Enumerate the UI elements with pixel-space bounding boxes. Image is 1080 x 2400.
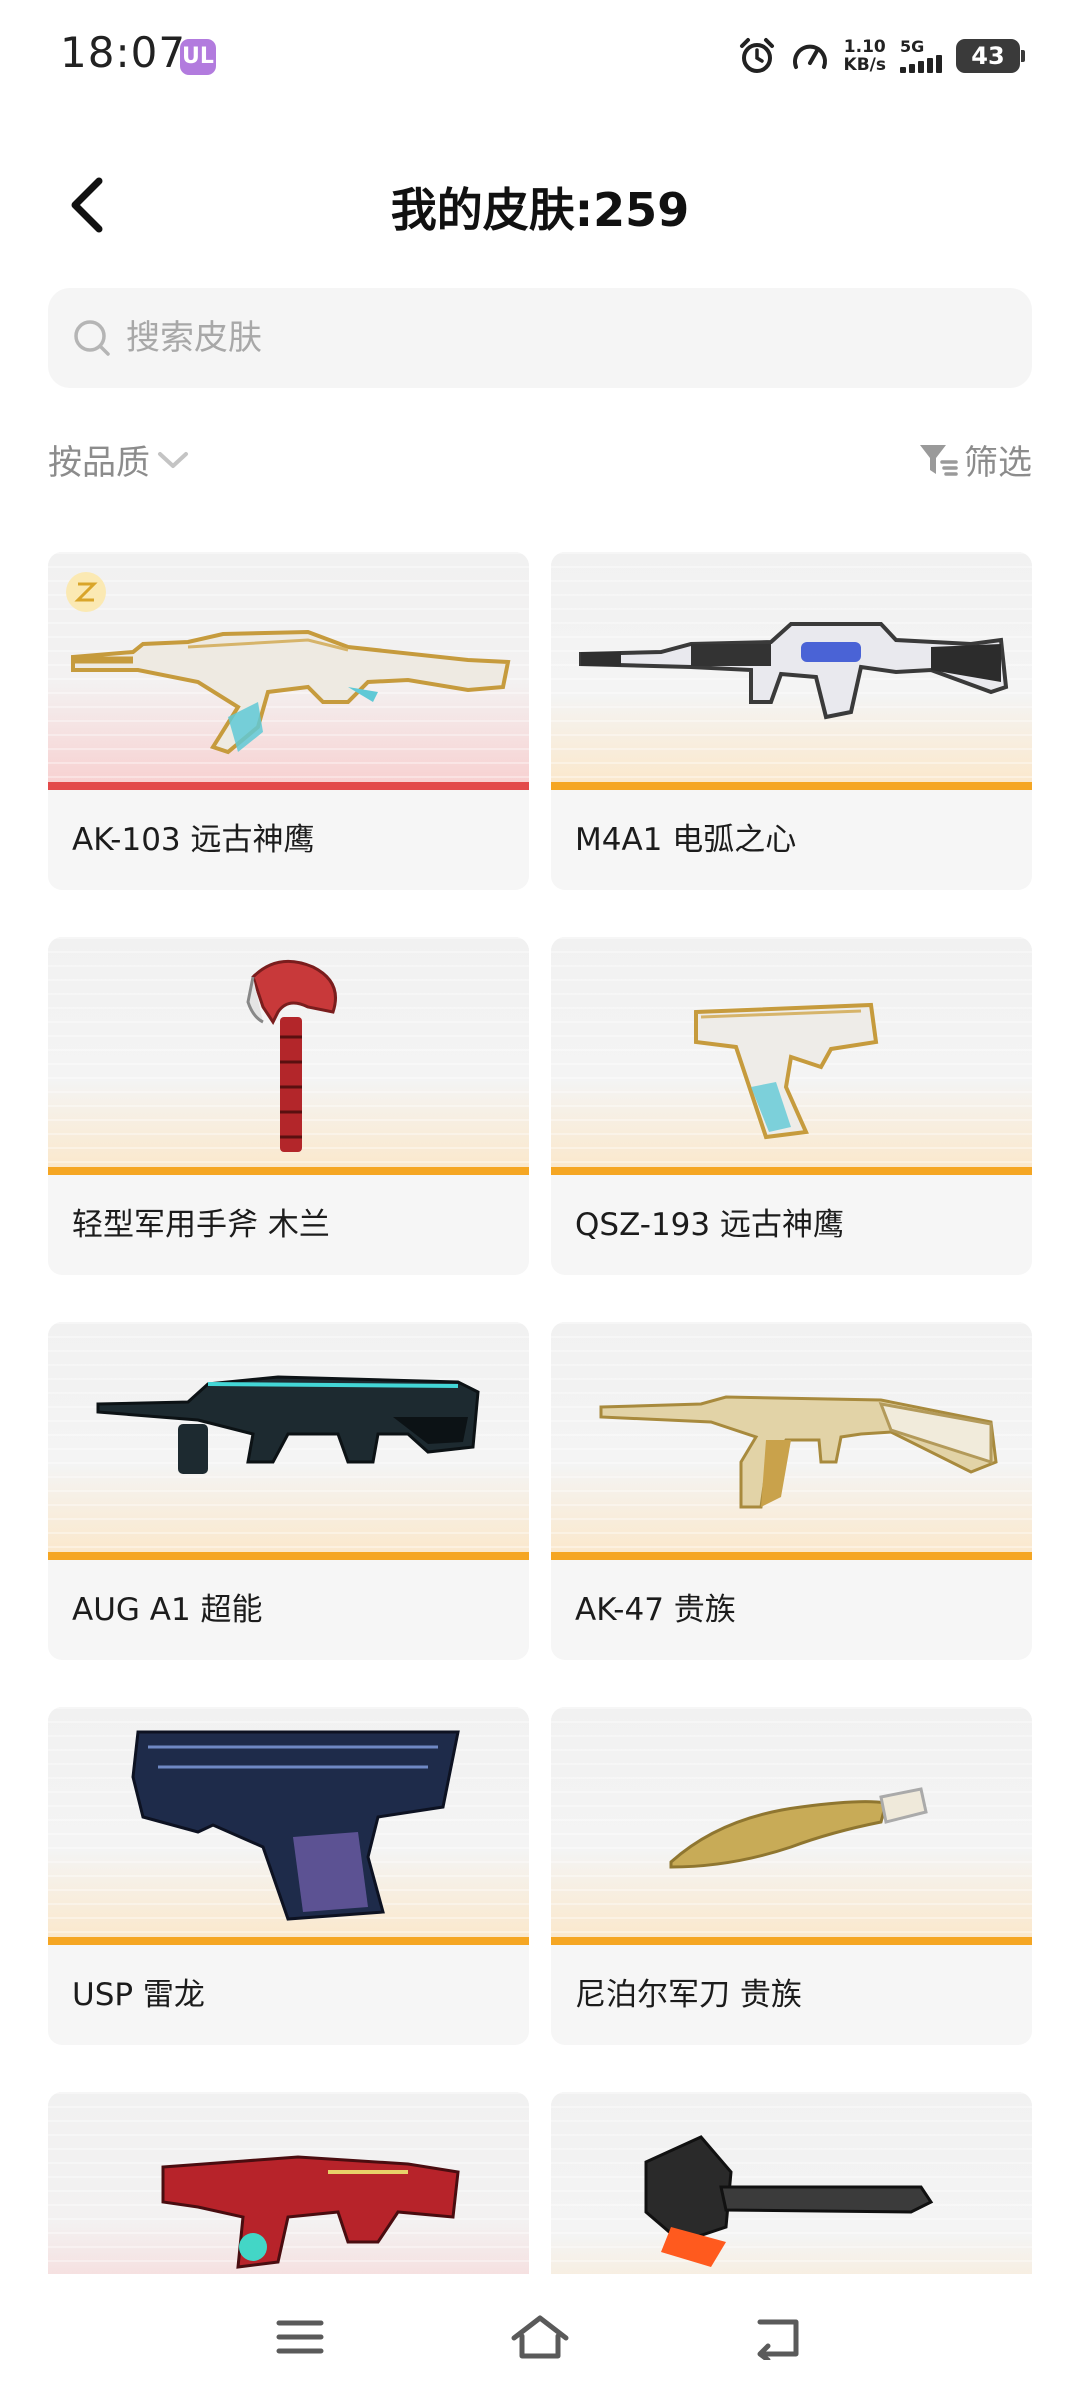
skin-image xyxy=(551,937,1032,1175)
signal-icon xyxy=(900,55,942,73)
rarity-stripe xyxy=(551,1552,1032,1560)
status-bar: 18:07 UL 1.10 KB/s 5G 43 xyxy=(0,0,1080,110)
skin-card[interactable]: 轻型军用手斧 木兰 xyxy=(48,937,529,1275)
skin-image xyxy=(48,1707,529,1945)
menu-button[interactable] xyxy=(260,2302,340,2372)
skin-name: AK-47 贵族 xyxy=(575,1592,736,1628)
assault-rifle-icon xyxy=(599,1395,998,1509)
network-type: 5G xyxy=(900,37,925,56)
skin-card[interactable]: AK-103 远古神鹰 xyxy=(48,552,529,890)
skin-name: AUG A1 超能 xyxy=(72,1592,263,1628)
rarity-stripe xyxy=(551,1937,1032,1945)
pistol-icon xyxy=(131,1730,460,1921)
melee-weapon-icon xyxy=(644,2135,934,2267)
quality-badge-icon xyxy=(66,572,106,612)
back-icon xyxy=(757,2319,799,2360)
pistol-icon xyxy=(694,1002,879,1140)
skin-card[interactable]: AUG A1 超能 xyxy=(48,1322,529,1660)
status-time: 18:07 xyxy=(60,28,187,77)
skin-image xyxy=(551,2092,1032,2274)
network-speed-unit: KB/s xyxy=(843,55,886,75)
skin-grid: AK-103 远古神鹰 M4A1 电弧之心 轻型军用手斧 木兰 QSZ-193 … xyxy=(48,552,1032,2274)
back-nav-button[interactable] xyxy=(740,2302,820,2372)
skin-name: USP 雷龙 xyxy=(72,1977,205,2013)
skin-card[interactable]: AK-47 贵族 xyxy=(551,1322,1032,1660)
skin-name: 尼泊尔军刀 贵族 xyxy=(575,1977,802,2013)
skin-card[interactable] xyxy=(551,2092,1032,2274)
rarity-stripe xyxy=(48,1937,529,1945)
alarm-icon xyxy=(739,38,774,73)
rarity-stripe xyxy=(48,1167,529,1175)
filter-label: 筛选 xyxy=(964,443,1032,483)
battery-icon: 43 xyxy=(956,39,1025,73)
speedometer-icon xyxy=(792,44,827,69)
smg-icon xyxy=(161,2155,460,2269)
kukri-knife-icon xyxy=(669,1787,928,1869)
network-speed: 1.10 KB/s xyxy=(844,38,886,74)
search-input[interactable] xyxy=(126,318,1006,358)
skin-name: AK-103 远古神鹰 xyxy=(72,822,315,858)
app-notification-icon: UL xyxy=(180,39,216,75)
skin-image xyxy=(48,552,529,790)
status-icons: 1.10 KB/s 5G 43 xyxy=(738,32,1025,80)
menu-icon xyxy=(276,2320,324,2354)
chevron-down-icon xyxy=(158,451,188,468)
rarity-stripe xyxy=(48,782,529,790)
skin-image xyxy=(551,552,1032,790)
assault-rifle-icon xyxy=(71,629,511,755)
hatchet-icon xyxy=(246,959,337,1152)
home-button[interactable] xyxy=(500,2302,580,2372)
skin-card[interactable] xyxy=(48,2092,529,2274)
skin-name: QSZ-193 远古神鹰 xyxy=(575,1207,844,1243)
filter-icon xyxy=(920,444,958,476)
skin-card[interactable]: USP 雷龙 xyxy=(48,1707,529,2045)
rarity-stripe xyxy=(551,782,1032,790)
skin-name: M4A1 电弧之心 xyxy=(575,822,797,858)
skin-card[interactable]: M4A1 电弧之心 xyxy=(551,552,1032,890)
home-icon xyxy=(511,2315,569,2359)
sort-filter-row: 按品质 筛选 xyxy=(48,435,1032,495)
sort-label: 按品质 xyxy=(48,443,150,483)
skin-image xyxy=(48,1322,529,1560)
sort-by-quality-dropdown[interactable]: 按品质 xyxy=(48,435,190,484)
skin-image xyxy=(48,2092,529,2274)
skin-image xyxy=(551,1707,1032,1945)
skin-image xyxy=(551,1322,1032,1560)
assault-rifle-icon xyxy=(579,622,1009,720)
cellular-indicator: 5G xyxy=(900,39,942,73)
rarity-stripe xyxy=(48,1552,529,1560)
skin-image xyxy=(48,937,529,1175)
skin-name: 轻型军用手斧 木兰 xyxy=(72,1207,330,1243)
search-icon xyxy=(74,320,110,356)
rarity-stripe xyxy=(551,1167,1032,1175)
bullpup-rifle-icon xyxy=(96,1375,480,1474)
search-box[interactable] xyxy=(48,288,1032,388)
skin-card[interactable]: 尼泊尔军刀 贵族 xyxy=(551,1707,1032,2045)
header: 我的皮肤:259 xyxy=(0,150,1080,260)
network-speed-value: 1.10 xyxy=(843,37,886,57)
skin-card[interactable]: QSZ-193 远古神鹰 xyxy=(551,937,1032,1275)
system-navigation-bar xyxy=(0,2274,1080,2400)
page-title: 我的皮肤:259 xyxy=(390,183,690,237)
filter-button[interactable]: 筛选 xyxy=(918,435,1032,484)
